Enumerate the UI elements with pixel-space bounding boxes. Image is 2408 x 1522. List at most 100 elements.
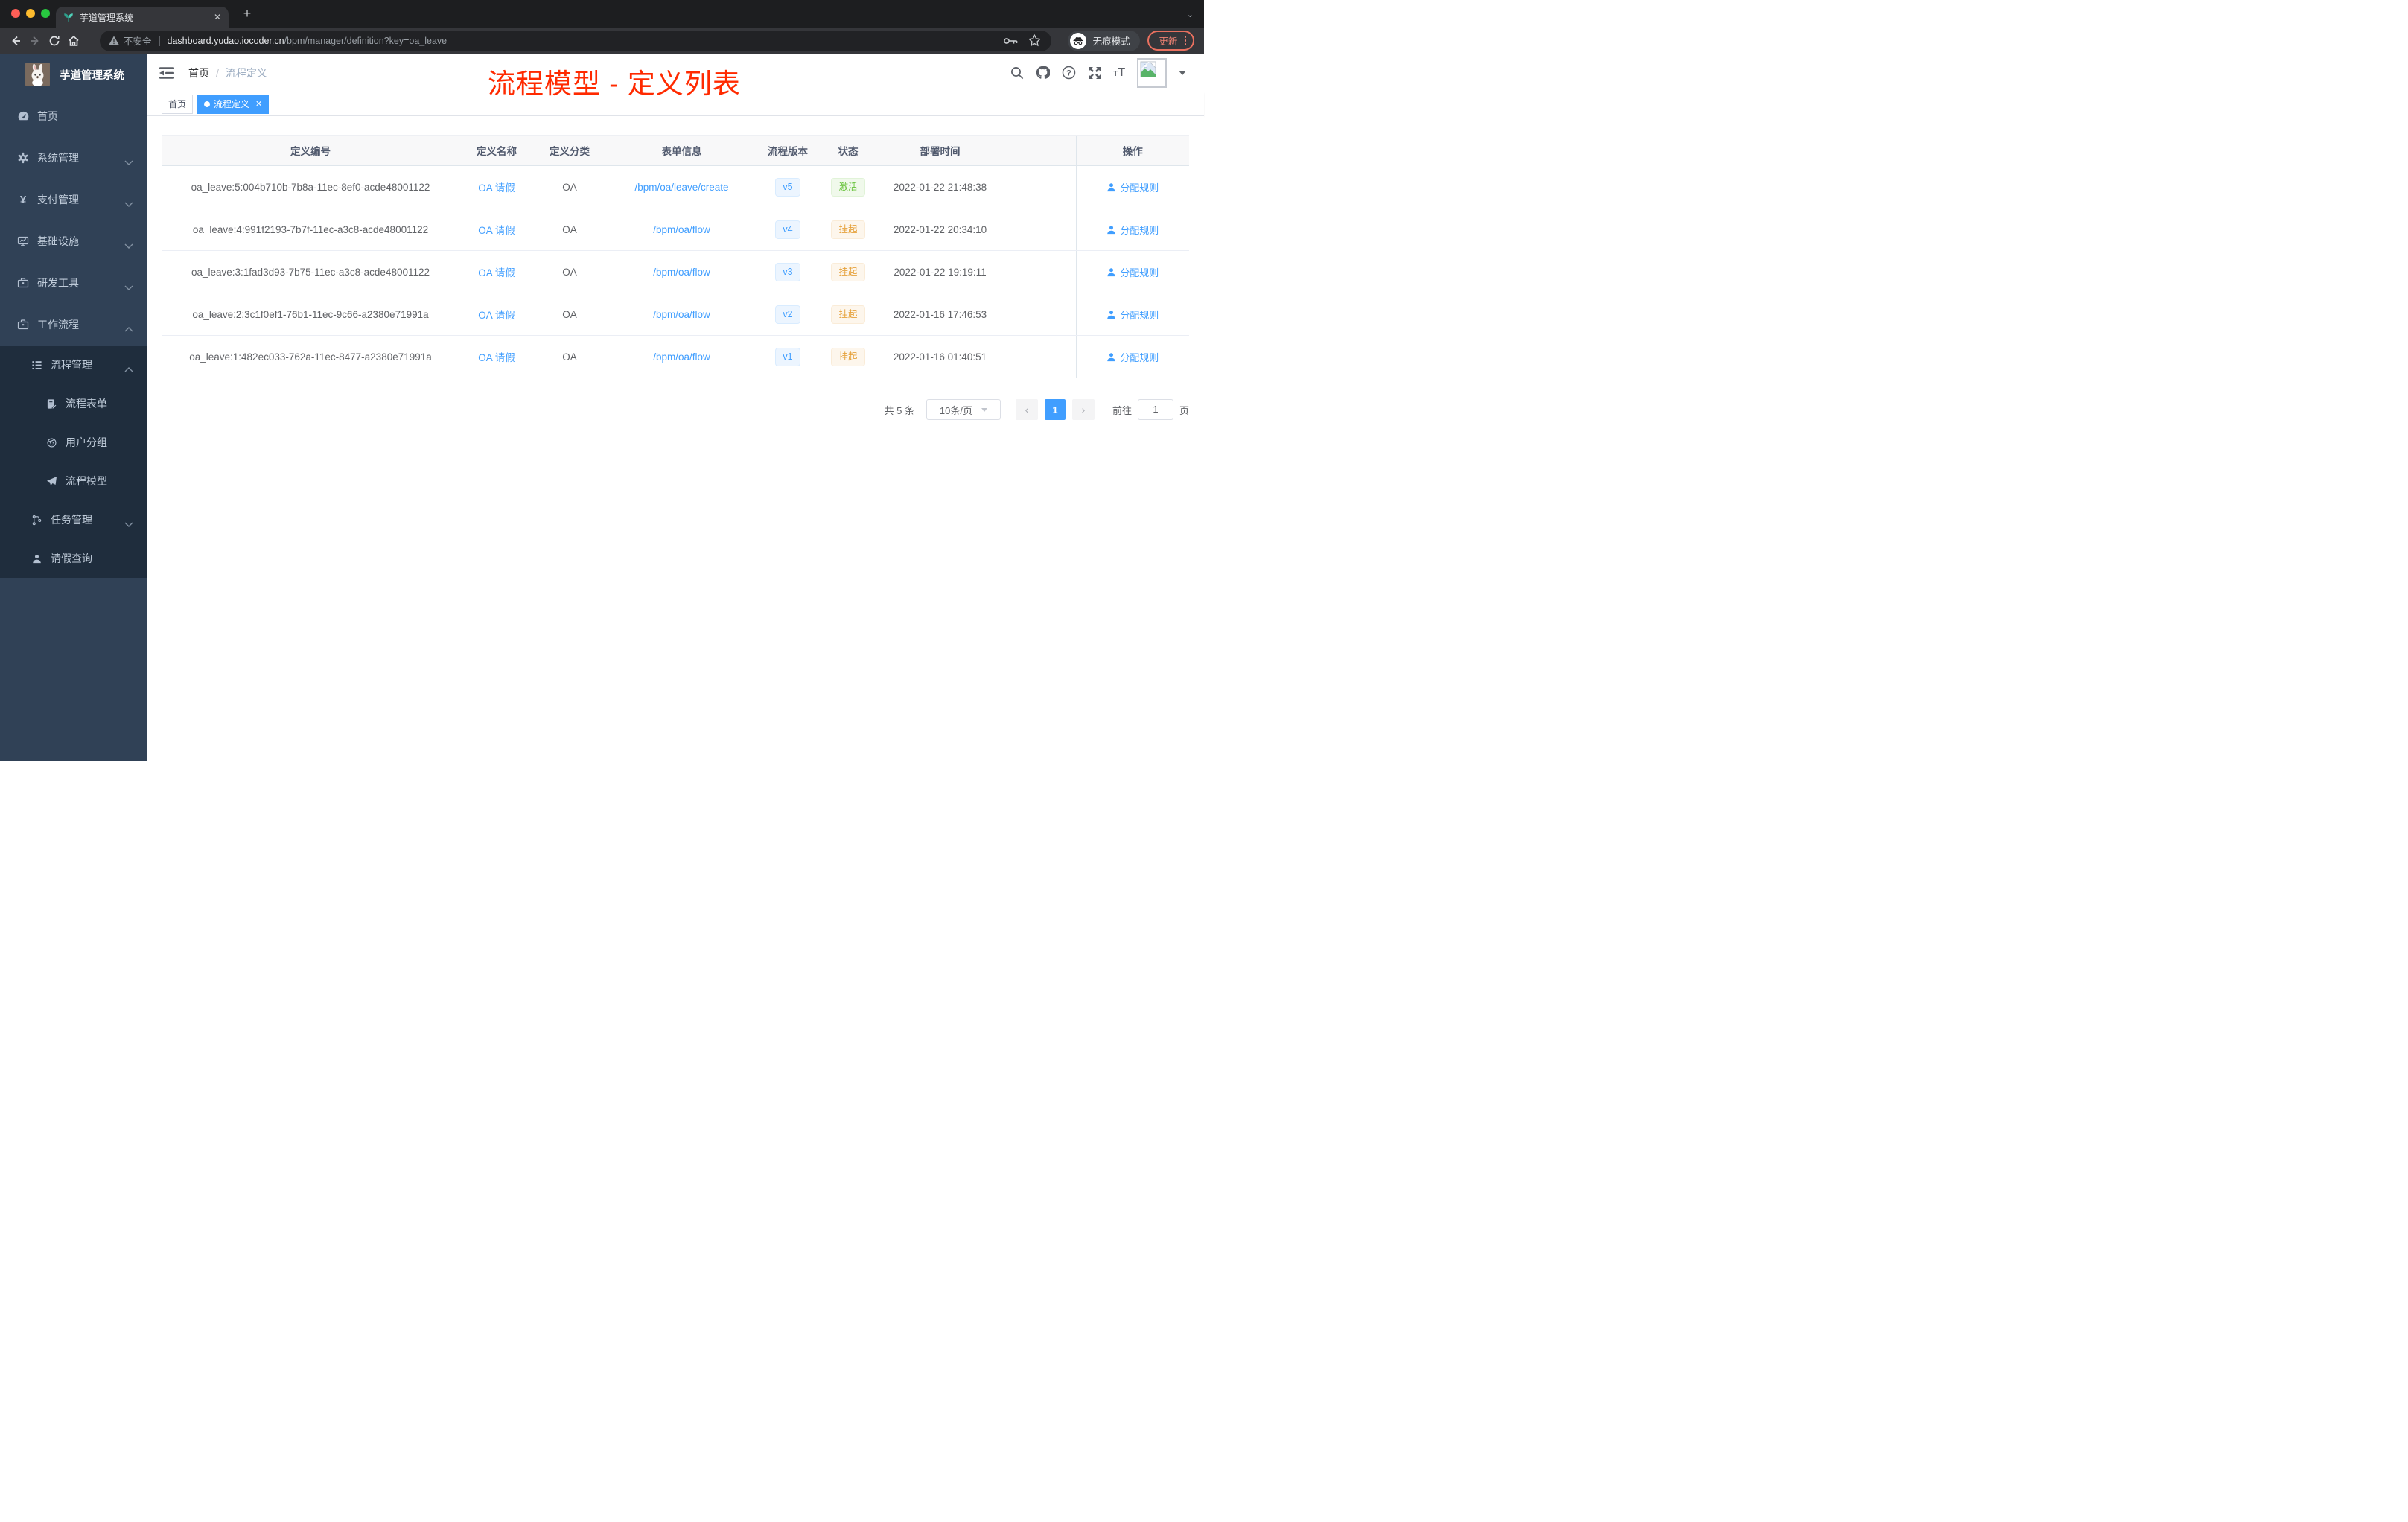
tags-bar: 首页 流程定义 ✕ [147,92,1204,116]
assign-rule-button[interactable]: 分配规则 [1106,180,1159,194]
sidebar-item-home[interactable]: 首页 [0,95,147,137]
definition-name-link[interactable]: OA 请假 [478,352,515,363]
tag-label: 首页 [168,99,187,109]
svg-text:?: ? [1066,69,1071,77]
tab-search-caret-icon[interactable]: ⌄ [1187,10,1194,19]
definition-category: OA [534,208,605,251]
caret-down-icon[interactable] [1179,70,1186,75]
breadcrumb: 首页 / 流程定义 [188,66,267,80]
forward-button[interactable] [25,31,45,51]
form-link[interactable]: /bpm/oa/flow [653,309,710,320]
sidebar-toggle-icon[interactable] [159,66,176,80]
close-tag-icon[interactable]: ✕ [255,99,262,109]
breadcrumb-current: 流程定义 [225,66,267,79]
new-tab-button[interactable]: + [238,4,256,22]
goto-label: 前往 [1112,404,1132,416]
reload-button[interactable] [45,31,64,51]
sidebar-item-devtools[interactable]: 研发工具 [0,262,147,304]
sidebar-item-infra[interactable]: 基础设施 [0,220,147,262]
col-definition-id: 定义编号 [162,135,459,166]
prev-page-button[interactable]: ‹ [1015,399,1038,420]
address-divider [159,35,160,46]
fullscreen-icon[interactable] [1088,66,1101,80]
page-size-select[interactable]: 10条/页 [926,399,1001,420]
tree-list-icon [30,360,43,371]
version-badge: v3 [775,262,800,281]
navbar: 首页 / 流程定义 ? TT [147,54,1204,92]
monitor-icon [16,235,30,247]
table-row: oa_leave:2:3c1f0ef1-76b1-11ec-9c66-a2380… [162,293,1189,336]
deploy-time: 2022-01-16 01:40:51 [879,335,1001,378]
github-icon[interactable] [1036,66,1051,80]
key-icon[interactable] [1003,36,1018,45]
definition-name-link[interactable]: OA 请假 [478,182,515,194]
sidebar-item-user-group[interactable]: 用户分组 [0,423,147,462]
org-icon [30,515,43,526]
sidebar-item-leave-query[interactable]: 请假查询 [0,539,147,578]
assign-rule-button[interactable]: 分配规则 [1106,223,1159,237]
status-badge: 挂起 [831,347,865,366]
security-label[interactable]: 不安全 [124,34,152,48]
form-link[interactable]: /bpm/oa/flow [653,224,710,235]
status-badge: 挂起 [831,262,865,281]
close-tab-icon[interactable]: ✕ [214,12,221,22]
sidebar-item-label: 首页 [37,110,58,122]
filler-cell [1001,335,1076,378]
sidebar-item-label: 基础设施 [37,235,79,247]
page-number-button[interactable]: 1 [1044,399,1066,420]
minimize-window-button[interactable] [26,9,35,18]
dashboard-icon [16,110,30,123]
sidebar-item-label: 用户分组 [66,436,107,448]
assign-rule-button[interactable]: 分配规则 [1106,308,1159,322]
form-link[interactable]: /bpm/oa/flow [653,267,710,278]
workflow-submenu: 流程管理 流程表单 用户分组 流程模型 任务管理 请假查询 [0,346,147,578]
pagination: 共 5 条 10条/页 ‹ 1 › 前往 1 页 [162,399,1189,420]
home-button[interactable] [64,31,83,51]
close-window-button[interactable] [11,9,20,18]
send-icon [45,476,58,487]
filler-cell [1001,165,1076,208]
sidebar-item-payment[interactable]: ¥ 支付管理 [0,179,147,220]
browser-tab[interactable]: 芋道管理系统 ✕ [56,7,229,28]
tag-process-definition[interactable]: 流程定义 ✕ [197,94,270,114]
bookmark-star-icon[interactable] [1028,34,1042,47]
chevron-down-icon [124,197,133,209]
update-browser-button[interactable]: 更新 [1147,31,1194,51]
search-icon[interactable] [1010,66,1024,80]
definition-name-link[interactable]: OA 请假 [478,225,515,236]
font-size-icon[interactable]: TT [1113,66,1125,80]
user-icon [1107,225,1116,234]
col-definition-name: 定义名称 [459,135,534,166]
sidebar-item-workflow[interactable]: 工作流程 [0,304,147,346]
col-actions: 操作 [1075,135,1189,166]
browser-menu-icon[interactable] [1184,36,1186,45]
help-icon[interactable]: ? [1062,66,1076,80]
sidebar-item-process-mgmt[interactable]: 流程管理 [0,346,147,384]
definition-name-link[interactable]: OA 请假 [478,267,515,278]
avatar[interactable] [1137,57,1167,88]
filler-cell [1001,293,1076,336]
tag-home[interactable]: 首页 [162,94,194,114]
sidebar-item-task-mgmt[interactable]: 任务管理 [0,500,147,539]
next-page-button[interactable]: › [1071,399,1095,420]
user-group-icon [45,437,58,448]
sidebar-item-system[interactable]: 系统管理 [0,137,147,179]
breadcrumb-home[interactable]: 首页 [188,66,209,80]
address-bar[interactable]: 不安全 dashboard.yudao.iocoder.cn/bpm/manag… [100,30,1052,51]
form-link[interactable]: /bpm/oa/flow [653,351,710,363]
definition-name-link[interactable]: OA 请假 [478,310,515,321]
sidebar-logo[interactable]: 芋道管理系统 [0,54,147,95]
back-button[interactable] [6,31,25,51]
user-icon [1107,310,1116,319]
col-deploy-time: 部署时间 [879,135,1001,166]
assign-rule-button[interactable]: 分配规则 [1106,265,1159,279]
url-text[interactable]: dashboard.yudao.iocoder.cn/bpm/manager/d… [168,36,993,46]
breadcrumb-separator: / [216,66,219,79]
sidebar-item-process-form[interactable]: 流程表单 [0,384,147,423]
assign-rule-button[interactable]: 分配规则 [1106,350,1159,364]
goto-page-input[interactable]: 1 [1137,399,1173,420]
zoom-window-button[interactable] [41,9,50,18]
form-link[interactable]: /bpm/oa/leave/create [634,182,728,193]
security-warning-icon[interactable] [109,36,119,45]
sidebar-item-process-model[interactable]: 流程模型 [0,462,147,500]
